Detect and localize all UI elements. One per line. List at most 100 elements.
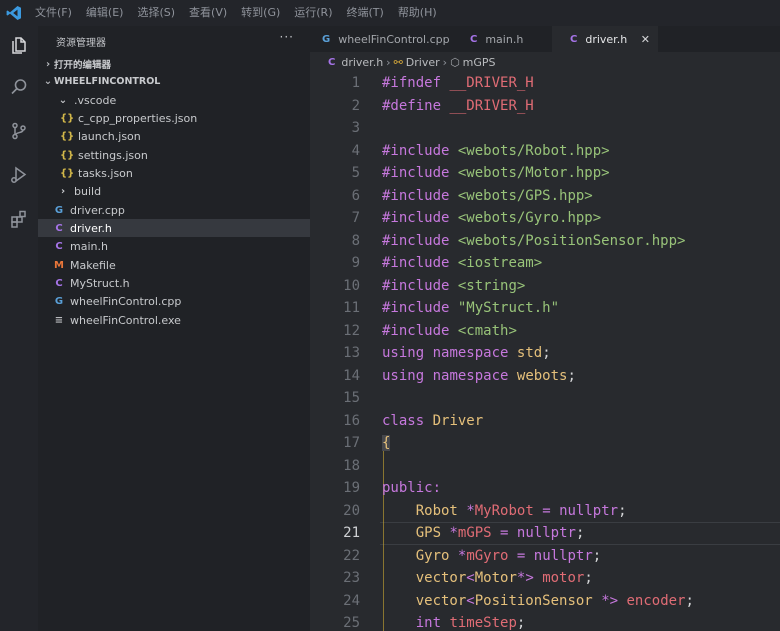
class-icon: ⚯ (393, 55, 403, 69)
code-line: #include <webots/Robot.hpp> (382, 140, 610, 163)
code-token: int (415, 615, 442, 631)
file-tree-item[interactable]: Cdriver.h (38, 219, 324, 237)
code-line: #include <webots/PositionSensor.hpp> (382, 230, 685, 253)
code-token: mGPS (457, 525, 492, 541)
code-line: vector<PositionSensor *> encoder; (382, 590, 694, 613)
code-token: <webots/Gyro.hpp> (457, 210, 602, 226)
file-tree-item[interactable]: Cmain.h (38, 237, 324, 255)
file-tree-item[interactable]: C MyStruct.h (38, 274, 324, 292)
extensions-icon[interactable] (6, 206, 32, 232)
file-tree-item[interactable]: Gdriver.cpp (38, 201, 324, 219)
line-number: 20 (343, 502, 360, 519)
file-name: wheelFinControl.cpp (70, 294, 182, 308)
vscode-logo-icon (0, 0, 28, 26)
code-token: #define (382, 97, 442, 114)
code-token: Robot (415, 502, 458, 519)
line-number: 21 (343, 525, 360, 541)
menu-item[interactable]: 查看(V) (182, 0, 234, 26)
file-tree-item[interactable]: {} settings.json (38, 146, 332, 164)
editor-tab[interactable]: Cmain.h (452, 26, 552, 52)
code-token: Gyro (415, 547, 450, 564)
chevron-down-icon: ⌄ (58, 94, 68, 106)
menu-item[interactable]: 帮助(H) (391, 0, 444, 26)
code-line: #include <webots/Gyro.hpp> (382, 207, 601, 230)
file-name: main.h (70, 239, 108, 253)
code-line: #include <webots/Motor.hpp> (382, 162, 610, 185)
line-number: 23 (343, 570, 360, 586)
source-control-icon[interactable] (6, 118, 32, 144)
file-tree-item[interactable]: GwheelFinControl.cpp (38, 292, 324, 310)
code-token: <webots/Motor.hpp> (457, 165, 610, 181)
code-token: namespace (432, 345, 509, 361)
file-name: build (74, 184, 102, 198)
file-tree-item[interactable]: ≡ wheelFinControl.exe (38, 311, 324, 329)
close-icon[interactable]: ✕ (641, 33, 650, 46)
code-token: < (466, 570, 475, 586)
menu-item[interactable]: 文件(F) (28, 0, 79, 26)
search-icon[interactable] (6, 74, 32, 100)
file-name: MyStruct.h (70, 276, 130, 290)
line-number: 25 (343, 615, 360, 631)
code-line: Robot *MyRobot = nullptr; (382, 500, 627, 523)
file-name: wheelFinControl.exe (70, 313, 181, 327)
open-editors-label: 打开的编辑器 (54, 60, 112, 71)
breadcrumb-member[interactable]: mGPS (463, 56, 496, 69)
run-debug-icon[interactable] (6, 162, 32, 188)
workspace-section[interactable]: ⌄ WHEELFINCONTROL (42, 76, 161, 87)
code-token: vector (415, 570, 467, 586)
code-token: __DRIVER_H (449, 75, 534, 91)
code-token: ; (584, 570, 593, 586)
editor-tabs: GwheelFinControl.cpp Cmain.h Cdriver.h ✕ (310, 26, 780, 52)
open-editors-section[interactable]: › 打开的编辑器 (42, 57, 112, 72)
code-line: class Driver (382, 410, 483, 433)
code-token: using (382, 345, 425, 361)
breadcrumb-file[interactable]: driver.h (341, 56, 383, 69)
code-token: mGyro (466, 547, 509, 564)
code-token: "MyStruct.h" (457, 300, 560, 316)
file-tree-item[interactable]: {} launch.json (38, 127, 332, 145)
code-token: ; (592, 547, 602, 564)
breadcrumb-class[interactable]: Driver (406, 56, 440, 69)
line-number: 12 (343, 322, 360, 339)
code-token: #ifndef (382, 75, 442, 91)
code-token: * (466, 502, 475, 519)
menu-item[interactable]: 转到(G) (234, 0, 287, 26)
file-tree-item[interactable]: M Makefile (38, 256, 324, 274)
menu-item[interactable]: 选择(S) (130, 0, 182, 26)
file-tree-item[interactable]: ⌄ .vscode (38, 91, 328, 109)
file-tree-item[interactable]: › build (38, 182, 328, 200)
file-name: Makefile (70, 258, 116, 272)
menu-item[interactable]: 终端(T) (340, 0, 391, 26)
code-token: #include (382, 142, 450, 159)
explorer-icon[interactable] (6, 32, 32, 58)
line-number: 9 (351, 255, 360, 271)
c-header-icon: C (55, 277, 63, 289)
menu-item[interactable]: 编辑(E) (79, 0, 131, 26)
file-name: settings.json (78, 148, 148, 162)
file-tree-item[interactable]: {} c_cpp_properties.json (38, 109, 332, 127)
code-editor[interactable]: 1 #ifndef __DRIVER_H 2 #define __DRIVER_H 3 4… (310, 72, 780, 631)
editor-tab[interactable]: Cdriver.h ✕ (552, 26, 658, 52)
menu-item[interactable]: 运行(R) (287, 0, 339, 26)
file-tree-item[interactable]: {} tasks.json (38, 164, 332, 182)
more-actions-icon[interactable]: ··· (280, 30, 294, 44)
json-icon: {} (60, 130, 75, 142)
code-token: #include (382, 322, 450, 339)
line-number: 19 (343, 480, 360, 496)
code-token: motor (542, 570, 585, 586)
editor-tab[interactable]: GwheelFinControl.cpp (310, 26, 452, 52)
code-token: <iostream> (457, 255, 543, 271)
code-token: ; (575, 525, 585, 541)
code-token: * (449, 525, 458, 541)
code-token: #include (382, 232, 450, 249)
title-bar: 文件(F) 编辑(E) 选择(S) 查看(V) 转到(G) 运行(R) 终端(T) 帮助(H) (0, 0, 780, 26)
code-token: <webots/GPS.hpp> (457, 187, 593, 204)
code-token: Motor (474, 570, 517, 586)
